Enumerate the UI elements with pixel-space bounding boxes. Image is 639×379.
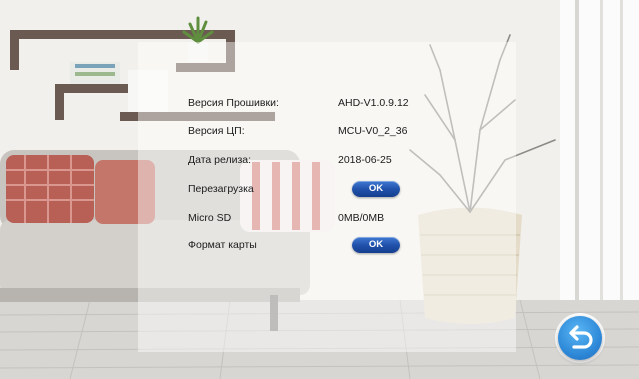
format-card-ok-button[interactable]: OK xyxy=(352,237,400,253)
firmware-version-value: AHD-V1.0.9.12 xyxy=(338,97,409,109)
release-date-row: Дата релиза: 2018-06-25 xyxy=(188,149,448,171)
cpu-version-label: Версия ЦП: xyxy=(188,125,245,137)
back-button[interactable] xyxy=(558,316,602,360)
reboot-row: Перезагрузка OK xyxy=(188,178,448,200)
firmware-version-row: Версия Прошивки: AHD-V1.0.9.12 xyxy=(188,92,448,114)
reboot-ok-button[interactable]: OK xyxy=(352,181,400,197)
cpu-version-row: Версия ЦП: MCU-V0_2_36 xyxy=(188,120,448,142)
micro-sd-label: Micro SD xyxy=(188,212,232,224)
micro-sd-row: Micro SD 0MB/0MB xyxy=(188,207,448,229)
cpu-version-value: MCU-V0_2_36 xyxy=(338,125,408,137)
micro-sd-value: 0MB/0MB xyxy=(338,212,385,224)
format-card-row: Формат карты OK xyxy=(188,234,448,256)
release-date-label: Дата релиза: xyxy=(188,154,252,166)
release-date-value: 2018-06-25 xyxy=(338,154,392,166)
reboot-label: Перезагрузка xyxy=(188,183,254,195)
intercom-info-screen: Версия Прошивки: AHD-V1.0.9.12 Версия ЦП… xyxy=(0,0,639,379)
format-card-label: Формат карты xyxy=(188,239,257,251)
firmware-version-label: Версия Прошивки: xyxy=(188,97,279,109)
return-arrow-icon xyxy=(569,325,593,349)
